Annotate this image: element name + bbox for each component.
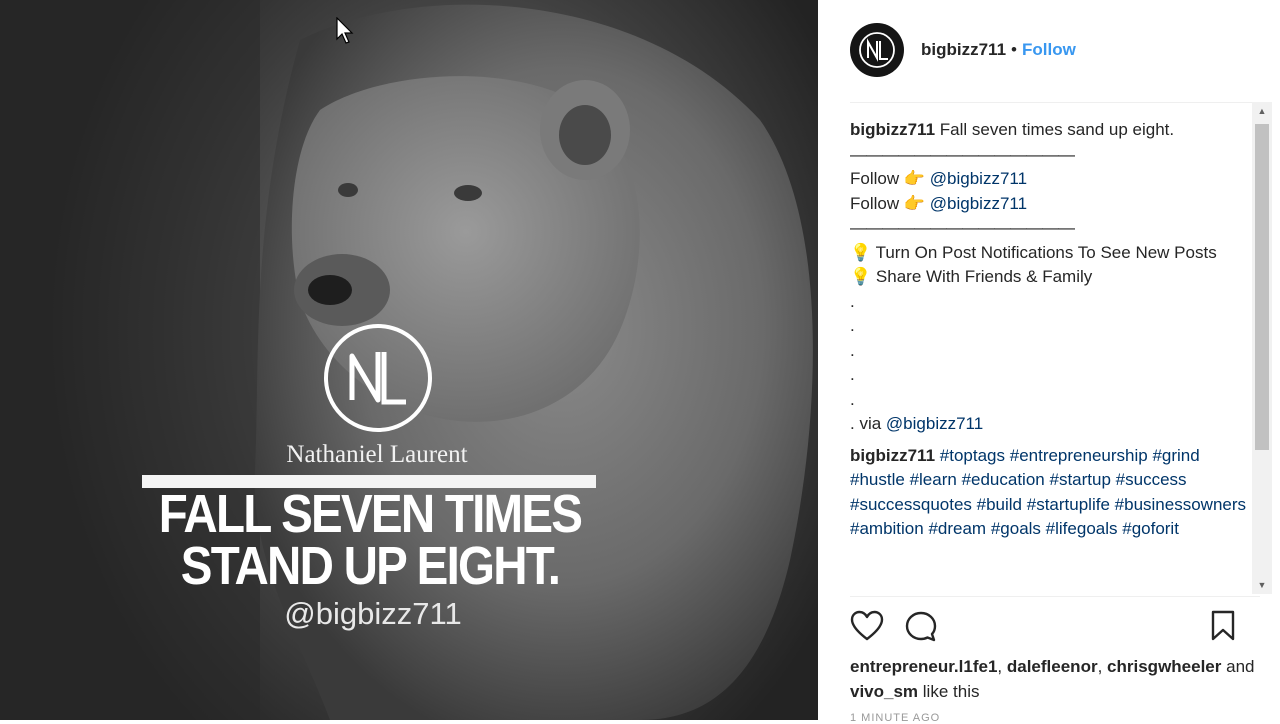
caption-notify-line: 💡 Turn On Post Notifications To See New … — [850, 241, 1250, 266]
caption-rule: —————————————— — [850, 218, 1075, 237]
caption-dot: . — [850, 316, 855, 335]
caption-share-line: 💡 Share With Friends & Family — [850, 265, 1250, 290]
hashtag-link[interactable]: #goals — [991, 519, 1041, 538]
hashtag-link[interactable]: #build — [977, 495, 1022, 514]
comment-bubble-icon[interactable] — [904, 610, 938, 644]
mouse-cursor-icon — [336, 17, 354, 44]
hashtag-link[interactable]: #education — [962, 470, 1045, 489]
via-handle-link[interactable]: @bigbizz711 — [886, 414, 983, 433]
brand-name: Nathaniel Laurent — [286, 441, 468, 468]
hashtag-link[interactable]: #grind — [1152, 446, 1199, 465]
hashtag-link[interactable]: #goforit — [1122, 519, 1179, 538]
caption-first-line: bigbizz711 Fall seven times sand up eigh… — [850, 118, 1250, 143]
comments-scrollbar[interactable]: ▲ ▼ — [1252, 102, 1272, 594]
scroll-down-arrow-icon[interactable]: ▼ — [1252, 576, 1272, 594]
mention-link[interactable]: @bigbizz711 — [930, 169, 1027, 188]
nl-logo — [324, 324, 432, 432]
likes-suffix: like this — [922, 681, 980, 701]
hashtag-link[interactable]: #businessowners — [1115, 495, 1246, 514]
caption-username[interactable]: bigbizz711 — [850, 120, 935, 139]
post-image: Nathaniel Laurent FALL SEVEN TIMES STAND… — [0, 0, 818, 720]
headline: FALL SEVEN TIMES STAND UP EIGHT. — [150, 484, 590, 596]
hashtag-link[interactable]: #ambition — [850, 519, 924, 538]
actions-divider — [850, 596, 1260, 597]
caption-dot: . — [850, 291, 855, 311]
hashtag-link[interactable]: #startuplife — [1027, 495, 1110, 514]
hashtag-link[interactable]: #toptags — [940, 446, 1005, 465]
notify-text: Turn On Post Notifications To See New Po… — [875, 242, 1217, 262]
caption-dot: . — [850, 340, 855, 360]
scroll-up-arrow-icon[interactable]: ▲ — [1252, 102, 1272, 120]
caption-rule: —————————————— — [850, 144, 1075, 164]
caption-follow-line: Follow 👉 @bigbizz711 — [850, 192, 1250, 217]
hashtag-link[interactable]: #lifegoals — [1046, 519, 1118, 538]
share-text: Share With Friends & Family — [875, 267, 1093, 286]
post-timestamp: 1 MINUTE AGO — [850, 712, 941, 724]
caption-via-line: . via @bigbizz711 — [850, 412, 1250, 437]
comment-username[interactable]: bigbizz711 — [850, 446, 935, 465]
header-username[interactable]: bigbizz711 — [921, 40, 1006, 60]
follow-word: Follow — [850, 169, 900, 188]
comments-list[interactable]: bigbizz711 Fall seven times sand up eigh… — [850, 118, 1250, 594]
hashtag-link[interactable]: #learn — [910, 470, 957, 489]
follow-word: Follow — [850, 193, 900, 213]
avatar[interactable] — [850, 23, 904, 77]
header-separator: • — [1011, 40, 1017, 59]
likes-comma: , — [997, 657, 1003, 676]
post-sidebar: bigbizz711 • Follow bigbizz711 Fall seve… — [818, 0, 1280, 724]
header-divider — [850, 102, 1260, 103]
follow-button[interactable]: Follow — [1022, 40, 1076, 60]
hashtag-link[interactable]: #dream — [928, 519, 986, 538]
hashtag-link[interactable]: #success — [1116, 470, 1187, 489]
hashtag-link[interactable]: #startup — [1049, 470, 1110, 489]
mention-link[interactable]: @bigbizz711 — [930, 194, 1027, 213]
action-bar — [850, 610, 1235, 646]
via-prefix: . via — [850, 414, 882, 433]
likes-summary: entrepreneur.l1fe1, dalefleenor, chrisgw… — [850, 655, 1260, 704]
hashtag-link[interactable]: #entrepreneurship — [1010, 446, 1148, 465]
liker-link[interactable]: chrisgwheeler — [1107, 657, 1221, 676]
likes-and: and — [1226, 657, 1255, 676]
liker-link[interactable]: vivo_sm — [850, 682, 918, 701]
caption-follow-line: Follow 👉 @bigbizz711 — [850, 167, 1250, 192]
hashtag-link[interactable]: #hustle — [850, 470, 905, 489]
liker-link[interactable]: dalefleenor — [1007, 657, 1098, 676]
lightbulb-icon: 💡 — [850, 242, 872, 262]
caption-dot: . — [850, 365, 855, 384]
save-bookmark-icon[interactable] — [1210, 610, 1236, 642]
post-header: bigbizz711 • Follow — [850, 20, 1076, 80]
caption-text: Fall seven times sand up eight. — [939, 120, 1175, 139]
headline-line-1: FALL SEVEN TIMES — [158, 484, 583, 544]
scroll-thumb[interactable] — [1255, 124, 1269, 450]
liker-link[interactable]: entrepreneur.l1fe1 — [850, 657, 997, 676]
hashtags-comment: bigbizz711 #toptags #entrepreneurship #g… — [850, 444, 1250, 542]
image-handle: @bigbizz711 — [284, 596, 462, 631]
likes-comma: , — [1097, 657, 1103, 676]
pointing-hand-icon: 👉 — [903, 193, 926, 213]
headline-line-2: STAND UP EIGHT. — [180, 536, 561, 596]
nl-avatar-logo-icon — [859, 32, 895, 68]
lightbulb-icon: 💡 — [850, 267, 872, 286]
like-heart-icon[interactable] — [850, 610, 884, 642]
caption-dot: . — [850, 389, 855, 409]
hashtag-link[interactable]: #successquotes — [850, 495, 972, 514]
pointing-hand-icon: 👉 — [903, 169, 926, 188]
